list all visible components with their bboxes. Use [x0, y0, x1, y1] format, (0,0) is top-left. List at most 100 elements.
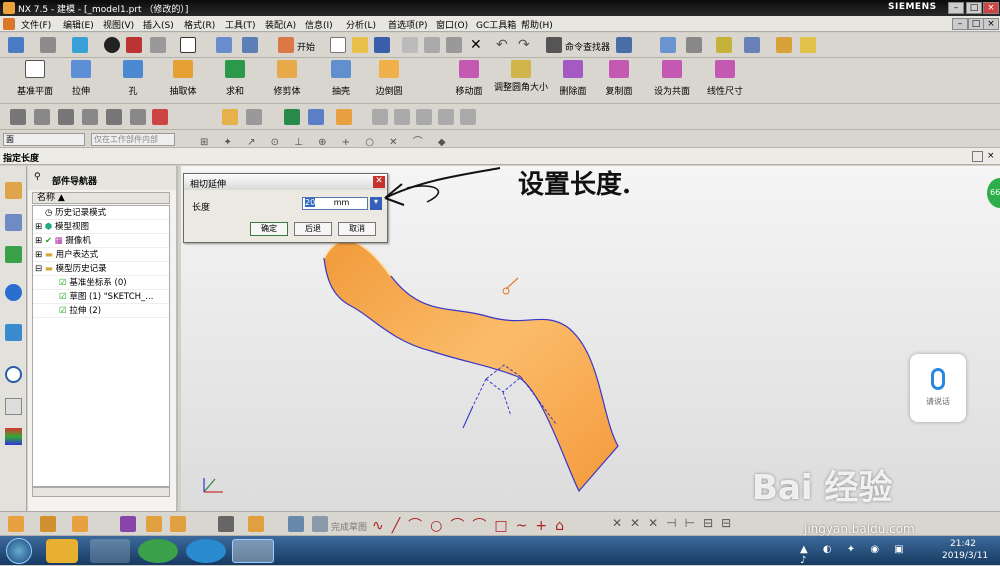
menu-info[interactable]: 信息(I): [302, 17, 336, 32]
bottom-tool-7-icon[interactable]: [218, 516, 234, 532]
maximize-button[interactable]: □: [966, 2, 982, 14]
bottom-tool-8-icon[interactable]: [248, 516, 264, 532]
cut-icon[interactable]: [402, 37, 418, 53]
menu-help[interactable]: 帮助(H): [518, 17, 556, 32]
menu-insert[interactable]: 插入(S): [140, 17, 177, 32]
sync-2-icon[interactable]: [308, 109, 324, 125]
task-app-3-icon[interactable]: [186, 539, 226, 563]
menu-tools[interactable]: 工具(T): [222, 17, 259, 32]
save-icon[interactable]: [374, 37, 390, 53]
tree-node-sketch[interactable]: ☑ 草图 (1) "SKETCH_...: [33, 290, 169, 304]
surface-tool-5-icon[interactable]: [106, 109, 122, 125]
bottom-tool-5-icon[interactable]: [146, 516, 162, 532]
navigator-column-header[interactable]: 名称 ▲: [32, 192, 170, 204]
nx-menu-icon[interactable]: [3, 18, 15, 30]
tree-node-history-mode[interactable]: ◷ 历史记录模式: [33, 206, 169, 220]
new-file-icon[interactable]: [330, 37, 346, 53]
pin-icon[interactable]: ⚲: [34, 172, 41, 182]
linear-dimension-button[interactable]: 线性尺寸: [690, 60, 760, 100]
menu-gc-toolbox[interactable]: GC工具箱: [473, 17, 519, 32]
bottom-tool-1-icon[interactable]: [8, 516, 24, 532]
delete-icon[interactable]: ✕: [470, 37, 482, 53]
finish-sketch-icon[interactable]: [312, 516, 328, 532]
sync-3-icon[interactable]: [336, 109, 352, 125]
clock-icon[interactable]: [5, 366, 22, 383]
surface-tool-2-icon[interactable]: [34, 109, 50, 125]
menu-assembly[interactable]: 装配(A): [262, 17, 299, 32]
ok-button[interactable]: 确定: [250, 222, 288, 236]
tree-node-model-views[interactable]: ⊞ ⬢ 模型视图: [33, 220, 169, 234]
render-style-icon[interactable]: [40, 37, 56, 53]
close-window-button[interactable]: ×: [983, 2, 999, 14]
ruler-icon[interactable]: [776, 37, 792, 53]
assembly-navigator-icon[interactable]: [5, 182, 22, 199]
menu-view[interactable]: 视图(V): [100, 17, 137, 32]
task-nx-icon[interactable]: [232, 539, 274, 563]
finish-sketch-label[interactable]: 完成草图: [331, 520, 367, 533]
length-dropdown-icon[interactable]: ▾: [370, 197, 382, 210]
part-navigator-icon[interactable]: [5, 214, 22, 231]
surface-tool-6-icon[interactable]: [130, 109, 146, 125]
play-icon[interactable]: [744, 37, 760, 53]
menu-file[interactable]: 文件(F): [18, 17, 54, 32]
layer-icon[interactable]: [242, 37, 258, 53]
web-browser-icon[interactable]: [5, 284, 22, 301]
drafting-icon[interactable]: [800, 37, 816, 53]
snap-view-icon[interactable]: [216, 37, 232, 53]
menu-edit[interactable]: 编辑(E): [60, 17, 97, 32]
tree-node-model-history[interactable]: ⊟ ▬ 模型历史记录: [33, 262, 169, 276]
back-button[interactable]: 后退: [294, 222, 332, 236]
voice-widget[interactable]: 请说话: [910, 354, 966, 422]
undo-icon[interactable]: ↶: [496, 37, 508, 53]
surface-tool-1-icon[interactable]: [10, 109, 26, 125]
copy-icon[interactable]: [424, 37, 440, 53]
surface-tool-4-icon[interactable]: [82, 109, 98, 125]
menu-window[interactable]: 窗口(O): [433, 17, 471, 32]
task-app-1-icon[interactable]: [46, 539, 78, 563]
tree-node-expressions[interactable]: ⊞ ▬ 用户表达式: [33, 248, 169, 262]
minimize-button[interactable]: –: [948, 2, 964, 14]
doc-close-button[interactable]: ×: [983, 18, 999, 30]
surface-tool-7-icon[interactable]: [152, 109, 168, 125]
offset-icon[interactable]: [222, 109, 238, 125]
new-part-icon[interactable]: [8, 37, 24, 53]
wireframe-icon[interactable]: [150, 37, 166, 53]
reuse-library-icon[interactable]: [5, 246, 22, 263]
feature-edit-icon[interactable]: [246, 109, 262, 125]
menu-preferences[interactable]: 首选项(P): [385, 17, 430, 32]
navigator-vscrollbar[interactable]: [176, 166, 178, 511]
cancel-button[interactable]: 取消: [338, 222, 376, 236]
sketch-icon[interactable]: [288, 516, 304, 532]
start-orb-icon[interactable]: [6, 538, 32, 564]
type-filter-select[interactable]: 面: [3, 133, 85, 146]
history-palette-icon[interactable]: [5, 324, 22, 341]
view-orient-icon[interactable]: [72, 37, 88, 53]
analysis-icon[interactable]: [686, 37, 702, 53]
transform-icon[interactable]: [716, 37, 732, 53]
tree-node-cameras[interactable]: ⊞ ✔ ▦ 摄像机: [33, 234, 169, 248]
doc-minimize-button[interactable]: –: [952, 18, 968, 30]
menu-analysis[interactable]: 分析(L): [343, 17, 379, 32]
sync-1-icon[interactable]: [284, 109, 300, 125]
length-input[interactable]: 20 mm: [302, 197, 368, 210]
task-browser-icon[interactable]: [138, 539, 178, 563]
shade-icon[interactable]: [104, 37, 120, 53]
background-icon[interactable]: [180, 37, 196, 53]
bottom-tool-3-icon[interactable]: [72, 516, 88, 532]
info-icon[interactable]: [616, 37, 632, 53]
start-menu-label[interactable]: 开始: [297, 40, 315, 53]
tree-node-extrude[interactable]: ☑ 拉伸 (2): [33, 304, 169, 318]
task-app-2-icon[interactable]: [90, 539, 130, 563]
command-finder-label[interactable]: 命令查找器: [565, 40, 610, 53]
bottom-tool-6-icon[interactable]: [170, 516, 186, 532]
redo-icon[interactable]: ↷: [518, 37, 530, 53]
scope-filter-select[interactable]: 仅在工作部件内部: [91, 133, 175, 146]
cue-minimize-icon[interactable]: [972, 151, 983, 162]
cue-close-icon[interactable]: ×: [987, 151, 995, 161]
tree-node-datum-csys[interactable]: ☑ 基准坐标系 (0): [33, 276, 169, 290]
doc-restore-button[interactable]: □: [968, 18, 984, 30]
navigator-hscrollbar[interactable]: [32, 487, 170, 497]
bottom-tool-4-icon[interactable]: [120, 516, 136, 532]
start-icon[interactable]: [278, 37, 294, 53]
command-finder-icon[interactable]: [546, 37, 562, 53]
